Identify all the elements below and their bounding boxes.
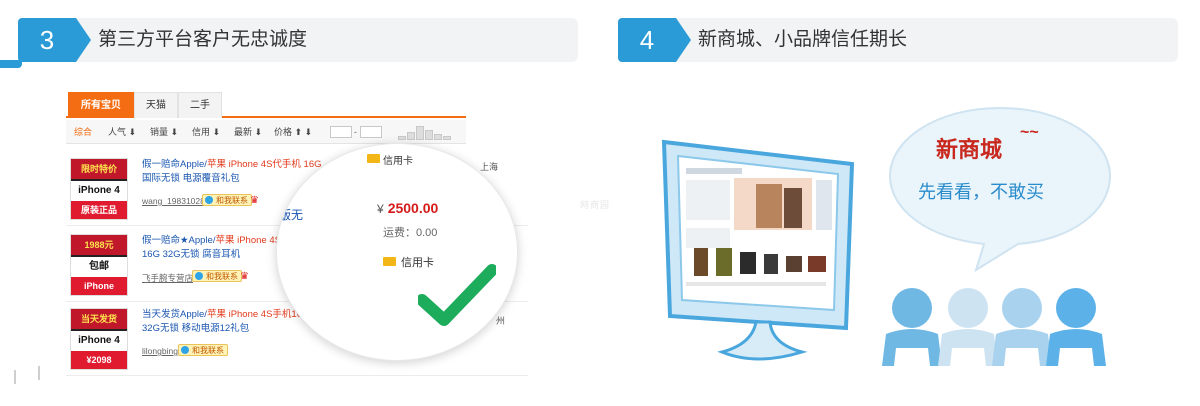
wangwang-icon[interactable]: 和我联系: [202, 194, 252, 206]
tab-secondhand[interactable]: 二手: [178, 92, 222, 118]
filter-popularity[interactable]: 人气 ⬇: [108, 120, 136, 144]
seller-link[interactable]: wang_19831028: [142, 196, 205, 206]
corner-tick: [0, 60, 22, 68]
people-icon: [882, 288, 1106, 366]
section-header-4: 4 新商城、小品牌信任期长: [618, 18, 1178, 62]
credit-card-icon: [383, 257, 396, 266]
decorative-dots: [14, 366, 40, 384]
seller-link[interactable]: 飞手腕专营店: [142, 272, 193, 284]
shipping-fee: 运费：0.00: [383, 227, 438, 239]
wangwang-icon[interactable]: 和我联系: [192, 270, 242, 282]
crown-icon: ♛: [240, 271, 249, 282]
tab-tmall[interactable]: 天猫: [134, 92, 178, 118]
price-histogram: [398, 126, 454, 140]
product-thumbnail[interactable]: 当天发货 iPhone 4 ¥2098: [70, 308, 128, 370]
section-number: 4: [618, 18, 691, 62]
bubble-title: 新商城: [936, 138, 1003, 163]
filter-sales[interactable]: 销量 ⬇: [150, 120, 178, 144]
bubble-title-tilde: ~~: [1020, 124, 1039, 141]
zoom-title-fragment: 版无: [279, 208, 304, 222]
section-title: 第三方平台客户无忠诚度: [98, 29, 308, 50]
check-icon: [418, 264, 496, 326]
filter-overall[interactable]: 综合: [74, 120, 92, 144]
wangwang-icon[interactable]: 和我联系: [178, 344, 228, 356]
product-thumbnail[interactable]: 限时特价 iPhone 4 原装正品: [70, 158, 128, 220]
filter-price[interactable]: 价格 ⬆ ⬇: [274, 120, 312, 144]
credit-card-icon: [367, 154, 380, 163]
credit-label-top: 信用卡: [383, 156, 413, 167]
crown-icon: ♛: [250, 195, 259, 206]
filter-credit[interactable]: 信用 ⬇: [192, 120, 220, 144]
watermark: 网商园: [580, 200, 611, 210]
price-range-dash: -: [354, 127, 357, 137]
product-thumbnail[interactable]: 1988元 包邮 iPhone: [70, 234, 128, 296]
listing-tabs: 所有宝贝 天猫 二手: [66, 90, 466, 118]
location: 上海: [480, 162, 499, 172]
section-header-3: 3 第三方平台客户无忠诚度: [18, 18, 578, 62]
zoom-callout: 信用卡 版无 ¥2500.00 运费：0.00 信用卡: [276, 143, 518, 361]
filter-bar: 综合 人气 ⬇ 销量 ⬇ 信用 ⬇ 最新 ⬇ 价格 ⬆ ⬇ -: [66, 120, 466, 144]
seller-link[interactable]: lilongbing: [142, 346, 178, 356]
section-title: 新商城、小品牌信任期长: [698, 29, 908, 50]
price-max-input[interactable]: [360, 126, 382, 138]
location: 州: [496, 316, 506, 326]
section-number: 3: [18, 18, 91, 62]
price: ¥2500.00: [377, 200, 439, 216]
tab-all-items[interactable]: 所有宝贝: [68, 92, 134, 118]
monitor-icon: [661, 139, 855, 361]
filter-newest[interactable]: 最新 ⬇: [234, 120, 262, 144]
price-min-input[interactable]: [330, 126, 352, 138]
bubble-subtitle: 先看看，不敢买: [918, 182, 1044, 202]
